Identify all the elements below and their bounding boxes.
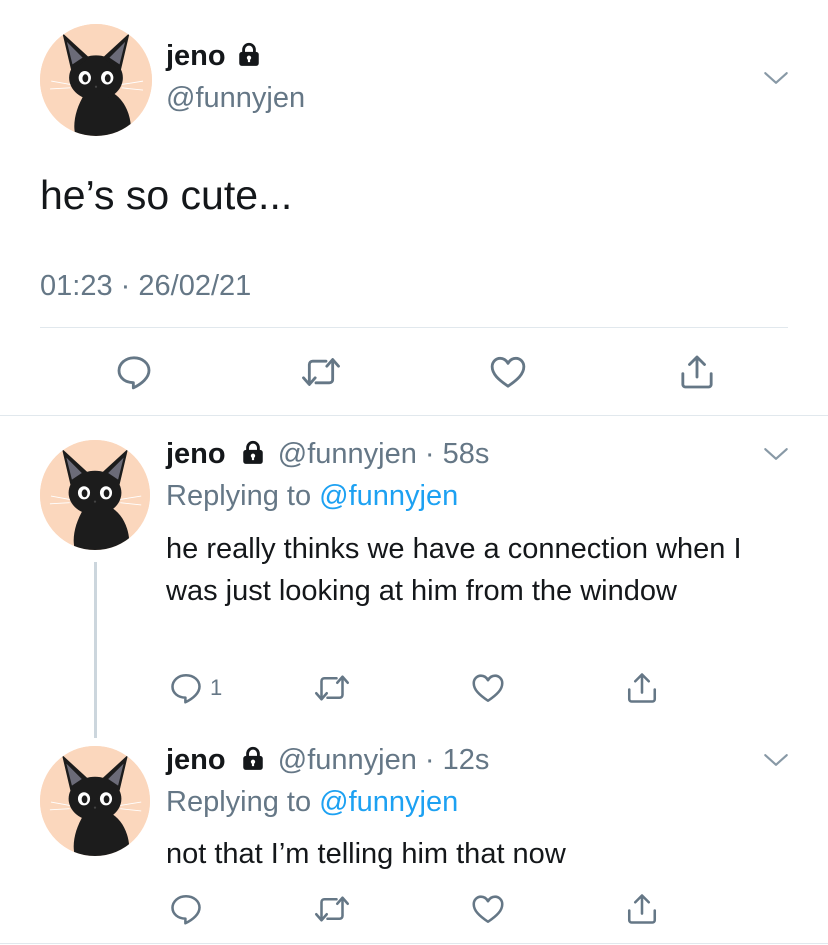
divider — [40, 327, 788, 328]
lock-icon — [240, 744, 266, 772]
author-row: jeno — [166, 40, 262, 73]
cat-avatar-image — [40, 440, 150, 550]
like-button[interactable] — [470, 670, 506, 706]
retweet-icon — [314, 670, 350, 706]
author-name[interactable]: jeno — [166, 40, 226, 72]
tweet-time: 01:23 — [40, 270, 113, 302]
lock-icon — [236, 40, 262, 68]
reply-count: 1 — [210, 675, 223, 700]
like-button[interactable] — [488, 352, 528, 392]
timestamp-separator: · — [120, 270, 131, 302]
chevron-down-icon[interactable] — [763, 447, 789, 462]
reply-header: jeno @funnyjen · 58s — [166, 438, 489, 471]
reply-age: 58s — [442, 438, 490, 470]
cat-avatar-image — [40, 746, 150, 856]
author-name[interactable]: jeno — [166, 744, 226, 776]
retweet-button[interactable] — [301, 352, 341, 392]
reply-button[interactable] — [168, 891, 204, 927]
reply-header: jeno @funnyjen · 12s — [166, 744, 489, 777]
reply-text: not that I’m telling him that now — [166, 838, 566, 870]
retweet-button[interactable] — [314, 670, 350, 706]
share-icon — [624, 891, 660, 927]
reply-button[interactable] — [114, 352, 154, 392]
thread-connector-line — [94, 562, 97, 738]
tweet-date: 26/02/21 — [138, 270, 252, 302]
replying-to-label: Replying to — [166, 786, 312, 818]
retweet-icon — [314, 891, 350, 927]
speech-bubble-icon — [114, 352, 154, 392]
reply-button[interactable]: 1 — [168, 670, 222, 706]
retweet-button[interactable] — [314, 891, 350, 927]
replying-to-label: Replying to — [166, 480, 312, 512]
avatar[interactable] — [40, 746, 150, 856]
chevron-down-icon[interactable] — [763, 71, 789, 86]
meta-separator: · — [424, 438, 435, 470]
bottom-divider — [0, 943, 828, 944]
share-icon — [624, 670, 660, 706]
heart-icon — [470, 891, 506, 927]
section-divider — [0, 415, 828, 416]
replying-to-handle[interactable]: @funnyjen — [319, 786, 458, 818]
share-icon — [677, 352, 717, 392]
tweet-text: he’s so cute... — [40, 172, 293, 218]
heart-icon — [488, 352, 528, 392]
heart-icon — [470, 670, 506, 706]
lock-icon — [240, 438, 266, 466]
author-name[interactable]: jeno — [166, 438, 226, 470]
speech-bubble-icon — [168, 891, 204, 927]
author-handle[interactable]: @funnyjen — [278, 438, 417, 470]
retweet-icon — [301, 352, 341, 392]
author-handle[interactable]: @funnyjen — [278, 744, 417, 776]
author-handle[interactable]: @funnyjen — [166, 82, 305, 115]
share-button[interactable] — [624, 891, 660, 927]
avatar[interactable] — [40, 440, 150, 550]
replying-to: Replying to @funnyjen — [166, 786, 458, 819]
reply-text: he really thinks we have a connection wh… — [166, 533, 742, 607]
replying-to-handle[interactable]: @funnyjen — [319, 480, 458, 512]
like-button[interactable] — [470, 891, 506, 927]
share-button[interactable] — [677, 352, 717, 392]
meta-separator: · — [424, 744, 435, 776]
cat-avatar-image — [40, 24, 152, 136]
replying-to: Replying to @funnyjen — [166, 480, 458, 513]
avatar[interactable] — [40, 24, 152, 136]
speech-bubble-icon — [168, 670, 204, 706]
chevron-down-icon[interactable] — [763, 753, 789, 768]
share-button[interactable] — [624, 670, 660, 706]
timestamp: 01:23 · 26/02/21 — [40, 270, 251, 303]
reply-age: 12s — [442, 744, 490, 776]
